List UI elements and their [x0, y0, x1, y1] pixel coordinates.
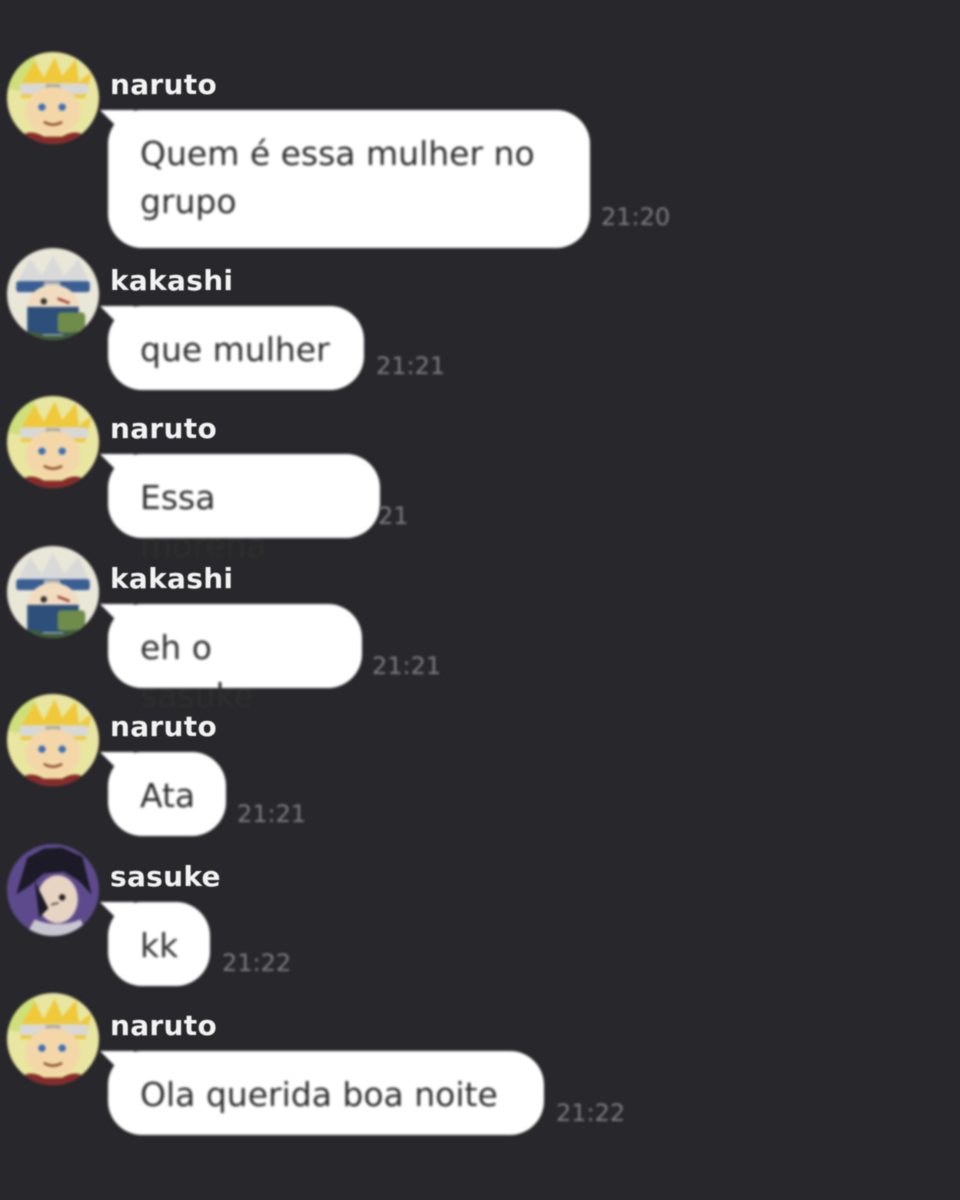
message-timestamp: 21:22	[222, 949, 292, 977]
message-bubble[interactable]: Ola querida boa noite	[108, 1051, 544, 1135]
naruto-avatar-icon[interactable]	[7, 396, 99, 488]
sasuke-avatar-icon[interactable]	[7, 844, 99, 936]
message-timestamp: 21	[378, 502, 409, 530]
kakashi-avatar-icon[interactable]	[7, 546, 99, 638]
chat-log: naruto Quem é essa mulher no grupo 21:20…	[0, 0, 960, 1200]
sender-name[interactable]: kakashi	[110, 562, 233, 595]
naruto-avatar-icon[interactable]	[7, 993, 99, 1085]
sender-name[interactable]: naruto	[110, 710, 217, 743]
message-timestamp: 21:20	[601, 203, 671, 231]
message-bubble[interactable]: Essa morena	[108, 454, 380, 565]
kakashi-avatar-icon[interactable]	[7, 248, 99, 340]
message-timestamp: 21:21	[237, 800, 307, 828]
message-bubble[interactable]: Ata	[108, 752, 226, 836]
message-bubble[interactable]: que mulher	[108, 306, 364, 390]
sender-name[interactable]: kakashi	[110, 264, 233, 297]
message-timestamp: 21:21	[376, 352, 446, 380]
sender-name[interactable]: naruto	[110, 1009, 217, 1042]
message-timestamp: 21:22	[556, 1099, 626, 1127]
sender-name[interactable]: naruto	[110, 68, 217, 101]
message-bubble[interactable]: eh o sasuke	[108, 604, 362, 715]
sender-name[interactable]: sasuke	[110, 860, 221, 893]
message-timestamp: 21:21	[372, 652, 442, 680]
message-bubble[interactable]: Quem é essa mulher no grupo	[108, 110, 590, 248]
sender-name[interactable]: naruto	[110, 412, 217, 445]
naruto-avatar-icon[interactable]	[7, 694, 99, 786]
message-bubble[interactable]: kk	[108, 902, 210, 986]
naruto-avatar-icon[interactable]	[7, 52, 99, 144]
